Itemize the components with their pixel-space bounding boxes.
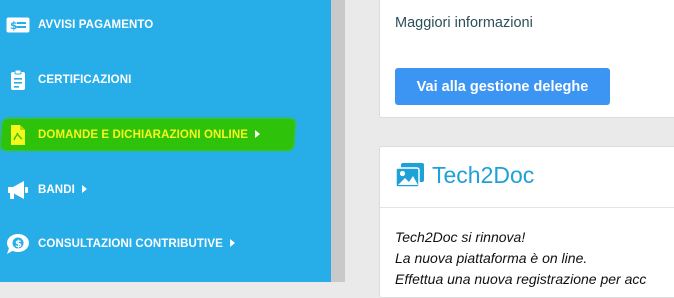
main-content: Maggiori informazioni Vai alla gestione …: [345, 0, 674, 298]
svg-text:$: $: [10, 19, 18, 32]
caret-right-icon: [255, 129, 260, 138]
tech2doc-card: Tech2Doc Tech2Doc si rinnova! La nuova p…: [379, 146, 674, 298]
caret-right-icon: [81, 184, 87, 193]
sidebar-item-label: DOMANDE E DICHIARAZIONI ONLINE: [38, 129, 260, 141]
caret-right-icon: [229, 238, 235, 247]
pdf-file-icon: [6, 123, 30, 147]
sidebar-item-label: CERTIFICAZIONI: [38, 74, 132, 86]
coin-chat-icon: $: [6, 232, 30, 256]
sidebar-item-avvisi-pagamento[interactable]: $ AVVISI PAGAMENTO: [0, 3, 331, 47]
body-line: Tech2Doc si rinnova!: [395, 229, 526, 245]
sidebar-item-consultazioni-contributive[interactable]: $ CONSULTAZIONI CONTRIBUTIVE: [0, 222, 331, 266]
body-line: La nuova piattaforma è on line.: [395, 250, 588, 266]
image-gallery-icon: [395, 162, 425, 189]
sidebar-item-bandi[interactable]: BANDI: [0, 168, 331, 212]
body-line: Effettua una nuova registrazione per acc: [395, 271, 647, 287]
sidebar-item-domande-dichiarazioni[interactable]: DOMANDE E DICHIARAZIONI ONLINE: [0, 113, 331, 157]
megaphone-icon: [6, 178, 30, 202]
card-header: Tech2Doc: [380, 147, 674, 208]
sidebar-divider: [331, 0, 345, 282]
svg-text:$: $: [15, 239, 22, 250]
tech2doc-body: Tech2Doc si rinnova! La nuova piattaform…: [395, 227, 646, 290]
more-info-text: Maggiori informazioni: [395, 15, 533, 31]
deleghe-card: Maggiori informazioni Vai alla gestione …: [379, 0, 674, 118]
sidebar-item-label: AVVISI PAGAMENTO: [38, 19, 154, 31]
manage-delegations-button[interactable]: Vai alla gestione deleghe: [395, 68, 610, 105]
sidebar-item-label: BANDI: [38, 184, 87, 196]
clipboard-icon: [6, 68, 30, 92]
sidebar-item-label: CONSULTAZIONI CONTRIBUTIVE: [38, 238, 235, 250]
money-bill-icon: $: [6, 13, 30, 37]
sidebar: $ AVVISI PAGAMENTO CERTIFICAZIONI DOMAND…: [0, 0, 331, 282]
tech2doc-title: Tech2Doc: [432, 162, 535, 188]
sidebar-item-certificazioni[interactable]: CERTIFICAZIONI: [0, 58, 331, 102]
